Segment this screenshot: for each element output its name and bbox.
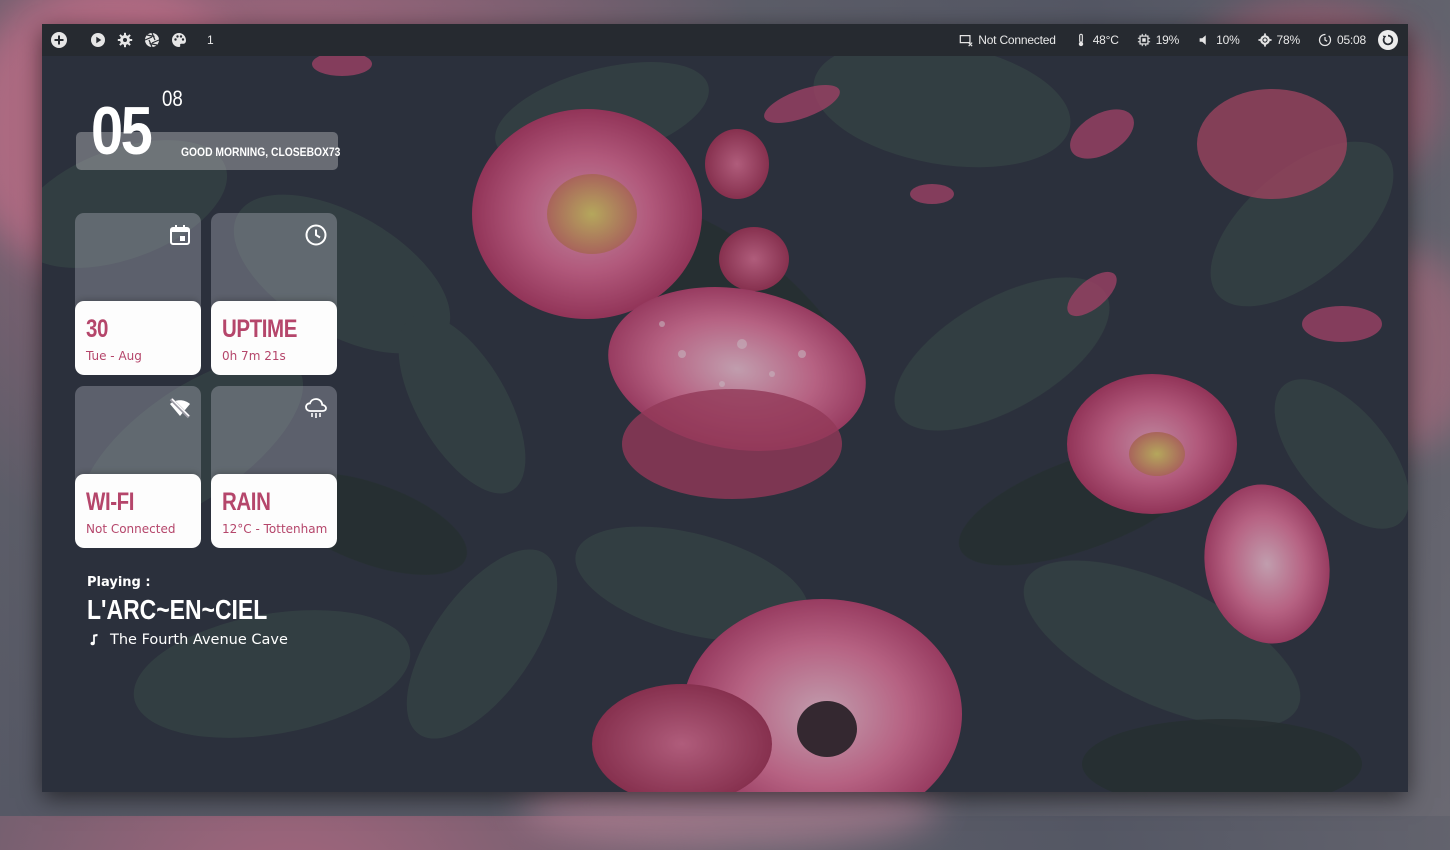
wifi-card[interactable]: WI-FI Not Connected <box>75 386 201 548</box>
uptime-title: UPTIME <box>222 315 297 343</box>
volume-status[interactable]: 10% <box>1197 33 1240 47</box>
wifi-status: Not Connected <box>86 522 176 536</box>
rain-cloud-icon <box>305 398 327 418</box>
volume-value: 10% <box>1216 33 1240 47</box>
greeting-text: GOOD MORNING, CLOSEBOX73 <box>181 145 341 159</box>
wifi-card-info: WI-FI Not Connected <box>75 474 201 548</box>
weather-card[interactable]: RAIN 12°C - Tottenham <box>211 386 337 548</box>
brightness-status[interactable]: 78% <box>1257 33 1301 47</box>
network-label: Not Connected <box>978 33 1056 47</box>
brightness-icon <box>1257 33 1272 47</box>
temperature-status[interactable]: 48°C <box>1074 33 1119 47</box>
restart-icon <box>1382 34 1394 46</box>
speaker-icon <box>1199 35 1206 45</box>
workspace-indicator[interactable]: 1 <box>207 33 214 47</box>
music-note-icon <box>90 633 98 646</box>
network-status[interactable]: Not Connected <box>959 33 1056 47</box>
panel-right: Not Connected 48°C 19% 10% 78% 05:08 <box>959 24 1408 56</box>
top-panel: 1 Not Connected 48°C 19% 10% 78% 05:08 <box>42 24 1408 56</box>
palette-icon[interactable] <box>170 31 188 49</box>
clock-widget: 05 08 GOOD MORNING, CLOSEBOX73 <box>76 86 341 172</box>
weather-card-info: RAIN 12°C - Tottenham <box>211 474 337 548</box>
time-status[interactable]: 05:08 <box>1318 33 1366 47</box>
wifi-title: WI-FI <box>86 488 135 516</box>
music-artist[interactable]: L'ARC~EN~CIEL <box>87 594 267 626</box>
play-icon[interactable] <box>89 31 107 49</box>
desktop-screen: 1 Not Connected 48°C 19% 10% 78% 05:08 0… <box>42 24 1408 792</box>
song-title: The Fourth Avenue Cave <box>110 632 288 648</box>
thermometer-icon <box>1078 33 1083 47</box>
date-card[interactable]: 30 Tue - Aug <box>75 213 201 375</box>
network-disconnected-icon <box>959 35 973 47</box>
temperature-value: 48°C <box>1092 33 1119 47</box>
date-day: 30 <box>86 315 108 343</box>
add-icon[interactable] <box>50 31 68 49</box>
wifi-off-icon <box>169 397 191 419</box>
cpu-value: 19% <box>1155 33 1180 47</box>
time-value: 05:08 <box>1336 33 1366 47</box>
uptime-value: 0h 7m 21s <box>222 349 286 363</box>
music-song[interactable]: The Fourth Avenue Cave <box>87 632 288 648</box>
clock-icon <box>305 224 327 246</box>
aperture-icon[interactable] <box>143 31 161 49</box>
panel-left: 1 <box>42 24 214 56</box>
clock-icon <box>1318 33 1332 47</box>
gear-icon[interactable] <box>116 31 134 49</box>
uptime-card[interactable]: UPTIME 0h 7m 21s <box>211 213 337 375</box>
uptime-card-info: UPTIME 0h 7m 21s <box>211 301 337 375</box>
clock-minute: 08 <box>162 86 183 111</box>
power-button[interactable] <box>1378 30 1398 50</box>
weather-temp-location: 12°C - Tottenham <box>222 522 328 536</box>
date-weekday-month: Tue - Aug <box>86 349 142 363</box>
calendar-icon <box>170 225 190 245</box>
cpu-icon <box>1137 33 1150 47</box>
weather-condition: RAIN <box>222 488 271 516</box>
clock-hour: 05 <box>91 93 153 169</box>
date-card-info: 30 Tue - Aug <box>75 301 201 375</box>
now-playing-label: Playing : <box>87 575 151 590</box>
brightness-value: 78% <box>1276 33 1301 47</box>
cpu-status[interactable]: 19% <box>1137 33 1179 47</box>
